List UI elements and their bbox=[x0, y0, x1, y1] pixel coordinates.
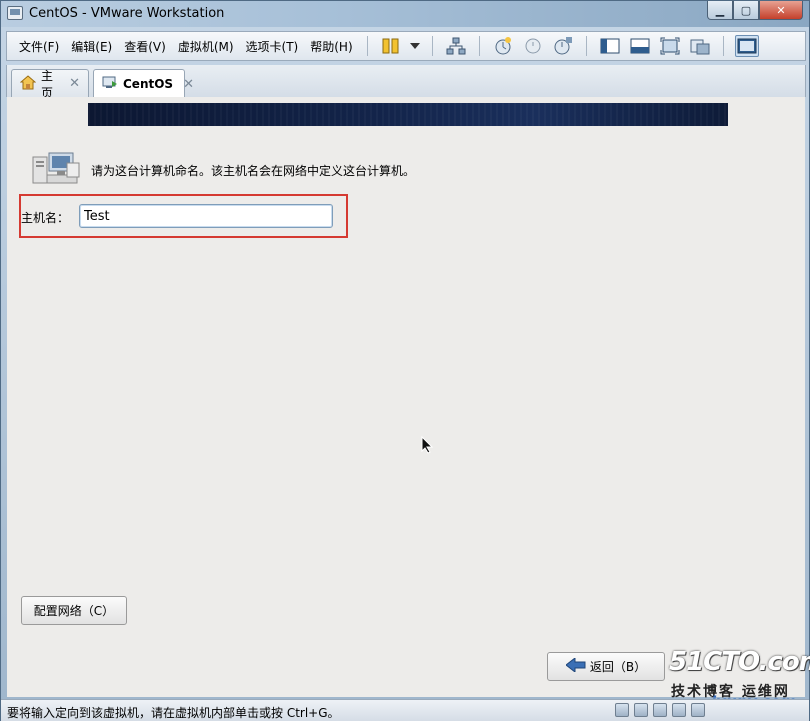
toolbar-separator bbox=[585, 36, 587, 56]
menu-toolbar: 文件(F) 编辑(E) 查看(V) 虚拟机(M) 选项卡(T) 帮助(H) bbox=[6, 31, 806, 61]
vmware-window: CentOS - VMware Workstation ▁ ▢ ✕ 文件(F) … bbox=[0, 0, 810, 721]
home-icon bbox=[19, 74, 37, 93]
vm-console[interactable]: 请为这台计算机命名。该主机名会在网络中定义这台计算机。 主机名： 配置网络（C）… bbox=[7, 97, 805, 697]
close-button[interactable]: ✕ bbox=[759, 1, 803, 20]
hostname-label: 主机名： bbox=[21, 211, 70, 225]
arrow-left-icon bbox=[565, 656, 586, 675]
configure-network-button[interactable]: 配置网络（C） bbox=[21, 596, 127, 625]
hard-disk-icon[interactable] bbox=[615, 703, 629, 717]
snapshot-manager-icon[interactable] bbox=[551, 35, 575, 57]
vmware-app-icon bbox=[7, 6, 23, 20]
power-dropdown-chevron-down-icon[interactable] bbox=[409, 35, 421, 57]
status-bar: 要将输入定向到该虚拟机，请在虚拟机内部单击或按 Ctrl+G。 bbox=[1, 699, 809, 721]
hostname-prompt: 请为这台计算机命名。该主机名会在网络中定义这台计算机。 bbox=[31, 151, 415, 190]
revert-snapshot-icon[interactable] bbox=[521, 35, 545, 57]
minimize-button[interactable]: ▁ bbox=[707, 1, 733, 20]
tab-centos-close-icon[interactable]: ✕ bbox=[183, 77, 194, 92]
installer-banner bbox=[88, 103, 728, 126]
toolbar-separator bbox=[478, 36, 480, 56]
window-title: CentOS - VMware Workstation bbox=[29, 6, 225, 21]
menu-help[interactable]: 帮助(H) bbox=[304, 38, 358, 55]
tab-centos[interactable]: CentOS ✕ bbox=[93, 69, 194, 98]
network-icon[interactable] bbox=[444, 35, 468, 57]
device-status-icons bbox=[615, 703, 710, 717]
take-snapshot-icon[interactable] bbox=[491, 35, 515, 57]
menu-vm[interactable]: 虚拟机(M) bbox=[172, 38, 240, 55]
sound-icon[interactable] bbox=[691, 703, 705, 717]
unity-icon[interactable] bbox=[688, 35, 712, 57]
tab-home[interactable]: 主页 ✕ bbox=[11, 69, 89, 100]
cd-rom-icon[interactable] bbox=[634, 703, 648, 717]
title-bar[interactable]: CentOS - VMware Workstation ▁ ▢ ✕ bbox=[1, 1, 809, 27]
fullscreen-icon[interactable] bbox=[658, 35, 682, 57]
usb-icon[interactable] bbox=[672, 703, 686, 717]
maximize-button[interactable]: ▢ bbox=[733, 1, 759, 20]
tab-home-close-icon[interactable]: ✕ bbox=[69, 76, 80, 91]
toolbar-separator bbox=[366, 36, 368, 56]
mouse-pointer-icon bbox=[421, 435, 434, 457]
tab-centos-label: CentOS bbox=[123, 77, 174, 91]
toolbar-separator bbox=[722, 36, 724, 56]
menu-tabs[interactable]: 选项卡(T) bbox=[240, 38, 305, 55]
toolbar-separator bbox=[431, 36, 433, 56]
hostname-input[interactable] bbox=[79, 204, 333, 228]
status-text: 要将输入定向到该虚拟机，请在虚拟机内部单击或按 Ctrl+G。 bbox=[7, 706, 340, 720]
show-thumbnail-icon[interactable] bbox=[628, 35, 652, 57]
menu-edit[interactable]: 编辑(E) bbox=[65, 38, 118, 55]
pause-icon[interactable] bbox=[379, 35, 403, 57]
vm-icon bbox=[102, 75, 118, 93]
back-button-label: 返回（B） bbox=[589, 660, 647, 674]
menu-view[interactable]: 查看(V) bbox=[118, 38, 172, 55]
network-computers-icon bbox=[31, 151, 81, 190]
tab-bar: 主页 ✕ CentOS ✕ bbox=[6, 65, 806, 100]
back-button[interactable]: 返回（B） bbox=[547, 652, 665, 681]
prompt-text: 请为这台计算机命名。该主机名会在网络中定义这台计算机。 bbox=[91, 164, 416, 178]
window-controls: ▁ ▢ ✕ bbox=[707, 1, 803, 20]
menu-file[interactable]: 文件(F) bbox=[13, 38, 65, 55]
tab-home-label: 主页 bbox=[41, 68, 54, 100]
console-view-icon[interactable] bbox=[734, 35, 759, 57]
show-sidebar-icon[interactable] bbox=[598, 35, 622, 57]
watermark-logo: 51CTO.com bbox=[669, 647, 810, 677]
network-adapter-icon[interactable] bbox=[653, 703, 667, 717]
